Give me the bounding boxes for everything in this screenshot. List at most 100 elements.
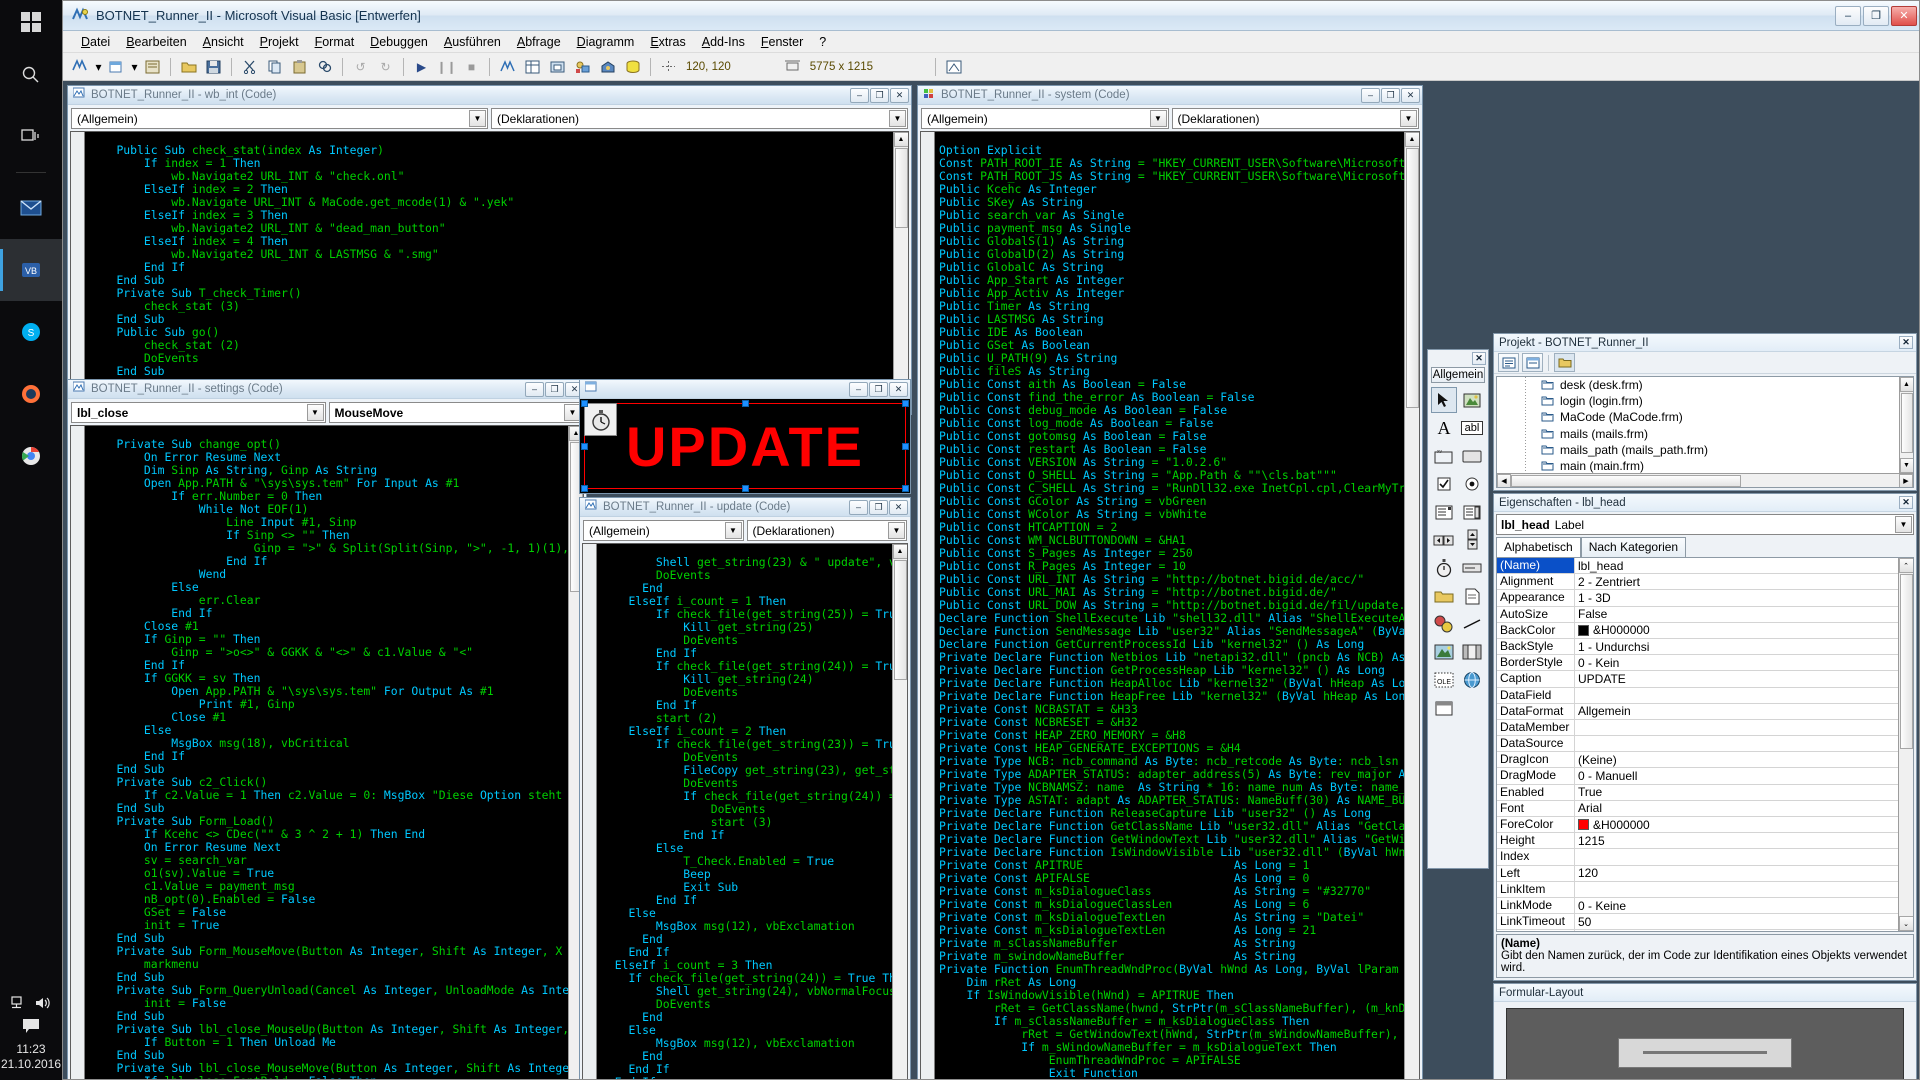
- system-code-text[interactable]: Option Explicit Const PATH_ROOT_IE As St…: [935, 143, 1404, 1079]
- property-value[interactable]: 2 - Zentriert: [1575, 574, 1898, 589]
- taskbar-mail-icon[interactable]: [0, 177, 62, 239]
- property-value[interactable]: 0 - Keine: [1575, 898, 1898, 913]
- taskbar-task-view-icon[interactable]: [0, 106, 62, 168]
- find-icon[interactable]: [313, 56, 336, 78]
- undo-icon[interactable]: ↺: [349, 56, 372, 78]
- app-minimize-button[interactable]: –: [1835, 5, 1861, 26]
- toolbox-command-button-icon[interactable]: [1459, 443, 1485, 469]
- toolbox-webbrowser-icon[interactable]: [1459, 667, 1485, 693]
- update-code-object-combo[interactable]: (Allgemein) ▼: [583, 520, 744, 541]
- property-value[interactable]: [1575, 720, 1898, 735]
- toolbox-data-icon[interactable]: [1459, 639, 1485, 665]
- property-row-index[interactable]: Index: [1497, 849, 1898, 866]
- toolbox-timer-icon[interactable]: [1431, 555, 1457, 581]
- project-tree[interactable]: desk (desk.frm) login (login.frm) MaCode…: [1496, 376, 1914, 488]
- property-row-linkitem[interactable]: LinkItem: [1497, 881, 1898, 898]
- toolbox-combobox-icon[interactable]: [1431, 499, 1457, 525]
- toolbox-pointer-icon[interactable]: [1431, 387, 1457, 413]
- action-center-icon[interactable]: [22, 1018, 40, 1037]
- project-explorer-panel[interactable]: Projekt - BOTNET_Runner_II ✕ desk (desk.…: [1493, 333, 1917, 491]
- run-icon[interactable]: ▶: [410, 56, 433, 78]
- system-vscroll-thumb[interactable]: [1405, 148, 1419, 408]
- code-window-wb-int[interactable]: BOTNET_Runner_II - wb_int (Code) – ❐ ✕ (…: [67, 85, 912, 415]
- menu-fenster[interactable]: Fenster: [753, 33, 811, 51]
- property-value[interactable]: [1575, 736, 1898, 751]
- settings-minimize-button[interactable]: –: [525, 381, 544, 397]
- properties-vertical-scrollbar[interactable]: ⌃ ⌄: [1898, 558, 1913, 931]
- toolbox-listbox-icon[interactable]: [1459, 499, 1485, 525]
- property-row-name[interactable]: (Name) lbl_head: [1497, 558, 1898, 575]
- system-code-area[interactable]: Option Explicit Const PATH_ROOT_IE As St…: [920, 131, 1420, 1079]
- data-view-icon[interactable]: [621, 56, 644, 78]
- tab-nach-kategorien[interactable]: Nach Kategorien: [1580, 537, 1687, 557]
- app-close-button[interactable]: ✕: [1891, 5, 1917, 26]
- menu-help[interactable]: ?: [811, 33, 834, 51]
- property-value[interactable]: True: [1575, 785, 1898, 800]
- property-value[interactable]: [1575, 849, 1898, 864]
- menu-ausfuehren[interactable]: Ausführen: [436, 33, 509, 51]
- add-project-dropdown[interactable]: ▾: [94, 56, 103, 78]
- toolbox-label-icon[interactable]: A: [1431, 415, 1457, 441]
- property-value[interactable]: lbl_head: [1575, 558, 1898, 573]
- property-value[interactable]: 50: [1575, 914, 1898, 929]
- menu-ansicht[interactable]: Ansicht: [195, 33, 252, 51]
- chevron-down-icon[interactable]: ▼: [888, 522, 905, 539]
- property-value[interactable]: [1575, 930, 1898, 931]
- system-vertical-scrollbar[interactable]: ▲ ▼: [1404, 132, 1419, 1079]
- taskbar-search-icon[interactable]: [0, 44, 62, 106]
- property-row-dragmode[interactable]: DragMode 0 - Manuell: [1497, 768, 1898, 785]
- taskbar-chrome-icon[interactable]: [0, 425, 62, 487]
- property-value[interactable]: 120: [1575, 866, 1898, 881]
- toolbox-vscrollbar-icon[interactable]: [1459, 527, 1485, 553]
- property-row-left[interactable]: Left 120: [1497, 865, 1898, 882]
- code-window-settings[interactable]: BOTNET_Runner_II - settings (Code) – ❐ ✕…: [67, 379, 587, 1079]
- update-code-maximize-button[interactable]: ❐: [869, 499, 888, 515]
- open-project-icon[interactable]: [177, 56, 200, 78]
- start-button[interactable]: [0, 0, 62, 44]
- property-value[interactable]: 1 - 3D: [1575, 590, 1898, 605]
- selection-handle-br[interactable]: [902, 485, 909, 492]
- form-designer-update[interactable]: – ❐ ✕ UPDATE: [579, 379, 911, 494]
- project-tree-vscroll-thumb[interactable]: [1900, 393, 1913, 453]
- taskbar-clock-time[interactable]: 11:23: [0, 1042, 62, 1057]
- scroll-up-icon[interactable]: ▲: [893, 132, 908, 147]
- property-row-forecolor[interactable]: ForeColor &H000000: [1497, 817, 1898, 834]
- property-row-linkmode[interactable]: LinkMode 0 - Keine: [1497, 897, 1898, 915]
- property-row-caption[interactable]: Caption UPDATE: [1497, 671, 1898, 688]
- system-close-button[interactable]: ✕: [1401, 87, 1420, 103]
- toolbox-checkbox-icon[interactable]: [1431, 471, 1457, 497]
- scroll-up-icon[interactable]: ▲: [1899, 377, 1913, 392]
- scroll-up-icon[interactable]: ▲: [1404, 132, 1419, 147]
- form-layout-screen[interactable]: [1506, 1008, 1904, 1079]
- update-code-proc-combo[interactable]: (Deklarationen) ▼: [746, 520, 907, 541]
- add-form-icon[interactable]: [105, 56, 128, 78]
- scroll-up-icon[interactable]: ⌃: [1898, 558, 1913, 573]
- menu-debuggen[interactable]: Debuggen: [362, 33, 436, 51]
- property-value[interactable]: 0 - Manuell: [1575, 768, 1898, 783]
- toolbox-drive-listbox-icon[interactable]: [1459, 555, 1485, 581]
- project-explorer-close-button[interactable]: ✕: [1899, 336, 1913, 349]
- property-value[interactable]: [1575, 882, 1898, 897]
- property-row-backstyle[interactable]: BackStyle 1 - Undurchsi: [1497, 638, 1898, 656]
- menu-addins[interactable]: Add-Ins: [694, 33, 753, 51]
- selection-handle-tl[interactable]: [581, 400, 588, 407]
- property-value[interactable]: False: [1575, 607, 1898, 622]
- code-window-update[interactable]: BOTNET_Runner_II - update (Code) – ❐ ✕ (…: [579, 497, 911, 1079]
- menu-abfrage[interactable]: Abfrage: [509, 33, 569, 51]
- toolbox-line-icon[interactable]: [1459, 611, 1485, 637]
- redo-icon[interactable]: ↻: [374, 56, 397, 78]
- project-item-mails-path[interactable]: mails_path (mails_path.frm): [1497, 442, 1913, 458]
- menu-projekt[interactable]: Projekt: [252, 33, 307, 51]
- volume-icon[interactable]: [35, 996, 52, 1013]
- network-icon[interactable]: [10, 996, 28, 1013]
- wb-int-close-button[interactable]: ✕: [890, 87, 909, 103]
- selection-handle-tc[interactable]: [742, 400, 749, 407]
- scroll-left-icon[interactable]: ◀: [1497, 473, 1511, 487]
- menu-editor-icon[interactable]: [141, 56, 164, 78]
- project-item-login[interactable]: login (login.frm): [1497, 393, 1913, 409]
- lbl-head-label[interactable]: UPDATE: [584, 403, 906, 489]
- update-code-minimize-button[interactable]: –: [849, 499, 868, 515]
- update-code-close-button[interactable]: ✕: [889, 499, 908, 515]
- property-value[interactable]: UPDATE: [1575, 671, 1898, 686]
- toolbox-ole-icon[interactable]: OLE: [1431, 667, 1457, 693]
